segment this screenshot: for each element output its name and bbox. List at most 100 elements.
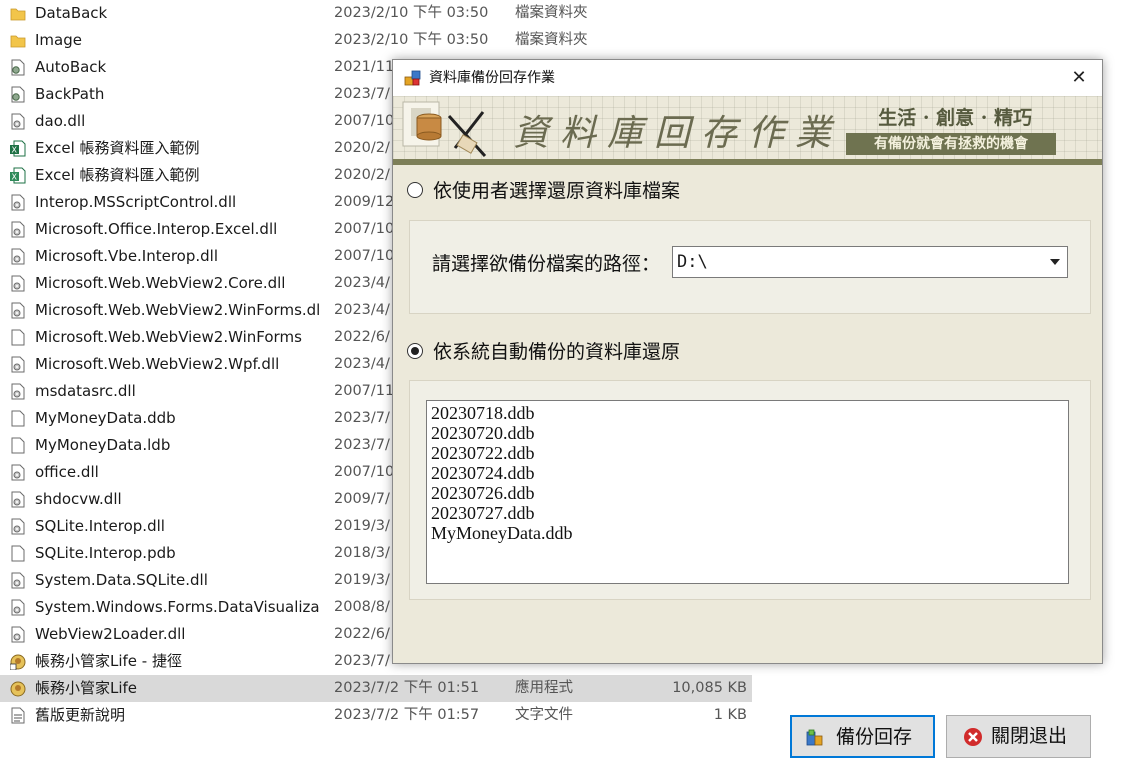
file-name: WebView2Loader.dll bbox=[35, 625, 186, 643]
file-name: office.dll bbox=[35, 463, 99, 481]
path-panel: 請選擇欲備份檔案的路徑： D:\ bbox=[409, 220, 1091, 314]
svg-text:X: X bbox=[12, 146, 18, 155]
dialog-titlebar[interactable]: 資料庫備份回存作業 ✕ bbox=[393, 60, 1102, 96]
file-date: 2023/7/2 下午 01:51 bbox=[334, 680, 480, 696]
file-name: Excel 帳務資料匯入範例 bbox=[35, 139, 200, 157]
file-name: dao.dll bbox=[35, 112, 86, 130]
file-name: Excel 帳務資料匯入範例 bbox=[35, 166, 200, 184]
backup-list-item[interactable]: 20230724.ddb bbox=[431, 463, 1064, 483]
backup-list-item[interactable]: 20230718.ddb bbox=[431, 403, 1064, 423]
file-name: BackPath bbox=[35, 85, 105, 103]
exit-button-label: 關閉退出 bbox=[991, 725, 1068, 747]
dialog-banner: 資料庫回存作業 生活 · 創意 · 精巧 有備份就會有拯救的機會 bbox=[393, 96, 1102, 165]
file-name: 帳務小管家Life - 捷徑 bbox=[35, 652, 182, 670]
file-name: Microsoft.Web.WebView2.WinForms bbox=[35, 328, 302, 346]
radio-user-file-label: 依使用者選擇還原資料庫檔案 bbox=[433, 180, 681, 202]
banner-slogan: 生活 · 創意 · 精巧 bbox=[878, 107, 1032, 129]
restore-dialog: 資料庫備份回存作業 ✕ 資料庫回存作業 生活 · 創意 · 精巧 有備份就會有拯… bbox=[392, 59, 1103, 758]
file-type: 應用程式 bbox=[515, 680, 573, 696]
file-date: 2023/2/10 下午 03:50 bbox=[334, 32, 489, 48]
backup-list-item[interactable]: 20230720.ddb bbox=[431, 423, 1064, 443]
file-row[interactable]: 帳務小管家Life 2023/7/2 下午 01:51 應用程式 10,085 KB bbox=[0, 675, 752, 702]
radio-auto-backup[interactable]: 依系統自動備份的資料庫還原 bbox=[407, 338, 727, 366]
file-name: SQLite.Interop.pdb bbox=[35, 544, 176, 562]
file-name: System.Data.SQLite.dll bbox=[35, 571, 208, 589]
restore-button[interactable]: 備份回存 bbox=[790, 715, 935, 758]
radio-auto-backup-indicator[interactable] bbox=[407, 343, 423, 359]
settings-file-icon bbox=[10, 86, 26, 103]
file-name: Microsoft.Web.WebView2.Wpf.dll bbox=[35, 355, 280, 373]
folder-icon bbox=[10, 5, 26, 22]
backup-list-item[interactable]: 20230722.ddb bbox=[431, 443, 1064, 463]
radio-user-file-indicator[interactable] bbox=[407, 182, 423, 198]
file-row[interactable]: DataBack 2023/2/10 下午 03:50 檔案資料夾 bbox=[0, 0, 752, 27]
file-row[interactable]: Image 2023/2/10 下午 03:50 檔案資料夾 bbox=[0, 27, 752, 54]
dll-file-icon bbox=[10, 275, 26, 292]
file-name: shdocvw.dll bbox=[35, 490, 122, 508]
file-name: Microsoft.Office.Interop.Excel.dll bbox=[35, 220, 278, 238]
radio-user-file[interactable]: 依使用者選擇還原資料庫檔案 bbox=[407, 177, 727, 205]
excel-file-icon: X bbox=[10, 140, 26, 157]
blank-file-icon bbox=[10, 410, 26, 427]
backup-file-list[interactable]: 20230718.ddb 20230720.ddb 20230722.ddb 2023… bbox=[426, 400, 1069, 584]
dll-file-icon bbox=[10, 113, 26, 130]
backup-panel: 20230718.ddb 20230720.ddb 20230722.ddb 2023… bbox=[409, 380, 1091, 600]
backup-list-item[interactable]: MyMoneyData.ddb bbox=[431, 523, 1064, 543]
path-dropdown[interactable]: D:\ bbox=[672, 246, 1068, 278]
banner-title: 資料庫回存作業 bbox=[513, 113, 843, 154]
dll-file-icon bbox=[10, 302, 26, 319]
folder-icon bbox=[10, 32, 26, 49]
file-name: msdatasrc.dll bbox=[35, 382, 136, 400]
file-name: MyMoneyData.ddb bbox=[35, 409, 176, 427]
close-icon[interactable]: ✕ bbox=[1056, 60, 1102, 96]
file-type: 檔案資料夾 bbox=[515, 5, 588, 21]
dll-file-icon bbox=[10, 518, 26, 535]
blank-file-icon bbox=[10, 437, 26, 454]
file-date: 2023/2/10 下午 03:50 bbox=[334, 5, 489, 21]
chevron-down-icon[interactable] bbox=[1050, 259, 1060, 265]
file-date: 2023/7/2 下午 01:57 bbox=[334, 707, 480, 723]
settings-file-icon bbox=[10, 59, 26, 76]
database-app-icon bbox=[404, 70, 421, 86]
restore-icon bbox=[806, 729, 823, 746]
file-name: Microsoft.Web.WebView2.Core.dll bbox=[35, 274, 286, 292]
close-circle-icon bbox=[964, 728, 982, 746]
file-type: 檔案資料夾 bbox=[515, 32, 588, 48]
app-icon bbox=[10, 680, 26, 697]
banner-tagline: 有備份就會有拯救的機會 bbox=[846, 133, 1056, 155]
dialog-title: 資料庫備份回存作業 bbox=[429, 70, 555, 86]
dll-file-icon bbox=[10, 572, 26, 589]
file-name: MyMoneyData.ldb bbox=[35, 436, 171, 454]
path-label: 請選擇欲備份檔案的路徑： bbox=[432, 253, 661, 275]
file-name: Microsoft.Vbe.Interop.dll bbox=[35, 247, 219, 265]
svg-text:X: X bbox=[12, 173, 18, 182]
backup-list-item[interactable]: 20230726.ddb bbox=[431, 483, 1064, 503]
path-value: D:\ bbox=[677, 252, 708, 272]
file-name: DataBack bbox=[35, 4, 108, 22]
file-name: System.Windows.Forms.DataVisualizati... bbox=[35, 598, 320, 616]
file-type: 文字文件 bbox=[515, 707, 573, 723]
dialog-content: 依使用者選擇還原資料庫檔案 請選擇欲備份檔案的路徑： D:\ 依系統自動備份的資… bbox=[393, 165, 1102, 758]
dll-file-icon bbox=[10, 248, 26, 265]
radio-auto-backup-label: 依系統自動備份的資料庫還原 bbox=[433, 341, 681, 363]
blank-file-icon bbox=[10, 545, 26, 562]
file-name: 帳務小管家Life bbox=[35, 679, 138, 697]
dll-file-icon bbox=[10, 599, 26, 616]
app-shortcut-icon bbox=[9, 653, 26, 671]
dll-file-icon bbox=[10, 464, 26, 481]
file-name: Microsoft.Web.WebView2.WinForms.dll bbox=[35, 301, 320, 319]
backup-list-item[interactable]: 20230727.ddb bbox=[431, 503, 1064, 523]
file-name: AutoBack bbox=[35, 58, 107, 76]
file-row[interactable]: 舊版更新說明 2023/7/2 下午 01:57 文字文件 1 KB bbox=[0, 702, 752, 729]
file-name: Interop.MSScriptControl.dll bbox=[35, 193, 237, 211]
exit-button[interactable]: 關閉退出 bbox=[946, 715, 1091, 758]
file-size: 1 KB bbox=[713, 707, 747, 723]
file-name: Image bbox=[35, 31, 82, 49]
dll-file-icon bbox=[10, 626, 26, 643]
restore-button-label: 備份回存 bbox=[836, 726, 913, 748]
file-size: 10,085 KB bbox=[672, 680, 747, 696]
dll-file-icon bbox=[10, 221, 26, 238]
dll-file-icon bbox=[10, 356, 26, 373]
excel-template-icon: X bbox=[10, 167, 26, 184]
blank-file-icon bbox=[10, 329, 26, 346]
